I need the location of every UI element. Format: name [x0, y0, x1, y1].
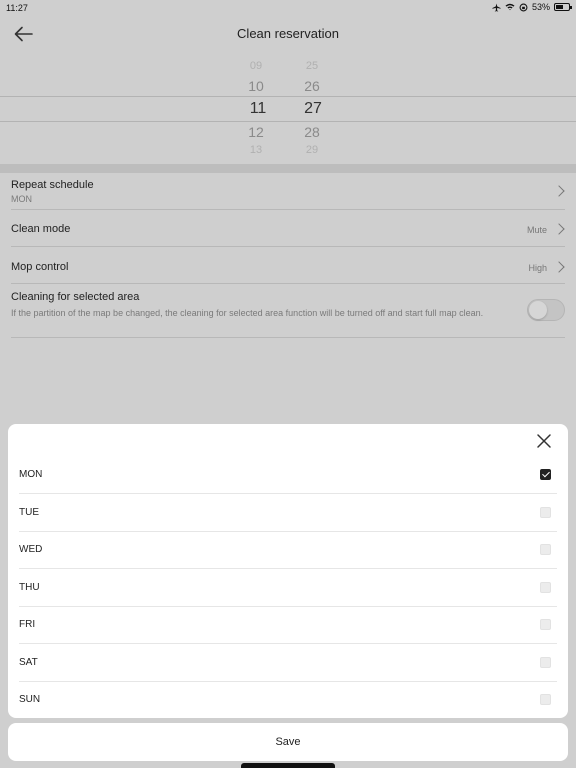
clean-mode-label: Clean mode [11, 223, 71, 235]
clean-mode-value: Mute [526, 225, 547, 235]
day-checkbox[interactable] [540, 694, 551, 705]
day-checkbox[interactable] [540, 656, 551, 668]
picker-divider-bottom [0, 121, 576, 122]
battery-percent: 53% [531, 2, 550, 12]
chevron-right-icon [553, 261, 565, 273]
selected-area-description: If the partition of the map be changed, … [11, 308, 484, 318]
wifi-icon [505, 3, 515, 11]
day-checkbox[interactable] [540, 506, 551, 518]
day-checkbox[interactable] [540, 619, 551, 630]
toggle-knob [529, 301, 547, 319]
home-indicator [241, 763, 335, 768]
minute-option: 25 [305, 60, 319, 70]
mop-control-label: Mop control [11, 261, 69, 273]
selected-area-toggle[interactable] [527, 299, 565, 321]
day-label: MON [19, 469, 43, 480]
hour-option: 10 [248, 78, 264, 94]
repeat-schedule-value: MON [11, 194, 32, 204]
repeat-schedule-row[interactable]: Repeat schedule MON [11, 173, 565, 210]
selected-area-row: Cleaning for selected area If the partit… [11, 284, 565, 338]
day-option-wed[interactable]: WED [19, 531, 557, 569]
day-label: THU [19, 581, 40, 593]
day-label: WED [19, 544, 43, 555]
day-option-sun[interactable]: SUN [19, 681, 557, 719]
time-picker[interactable]: 09 10 11 12 13 25 26 27 28 29 [0, 60, 576, 160]
minute-selected: 27 [304, 100, 322, 117]
rotation-lock-icon [519, 3, 528, 11]
day-option-tue[interactable]: TUE [19, 494, 557, 532]
close-icon[interactable] [536, 433, 552, 449]
hour-selected: 11 [249, 100, 267, 117]
mop-control-value: High [528, 263, 547, 273]
minute-option: 26 [304, 78, 320, 94]
picker-divider-top [0, 96, 576, 97]
status-bar: 11:27 53% [0, 0, 576, 16]
clean-mode-row[interactable]: Clean mode Mute [11, 210, 565, 247]
chevron-right-icon [553, 223, 565, 235]
day-checkbox[interactable] [540, 544, 551, 555]
selected-area-label: Cleaning for selected area [11, 291, 140, 303]
hour-option: 09 [249, 60, 263, 70]
status-time: 11:27 [6, 3, 28, 13]
save-button[interactable]: Save [8, 723, 568, 761]
section-divider [0, 164, 576, 173]
chevron-right-icon [553, 185, 565, 197]
day-label: SUN [19, 694, 41, 705]
day-label: TUE [19, 506, 39, 518]
day-option-fri[interactable]: FRI [19, 606, 557, 644]
minute-option: 28 [304, 124, 320, 140]
day-checkbox[interactable] [540, 581, 551, 593]
battery-icon [554, 3, 572, 11]
day-label: SAT [19, 656, 38, 668]
day-option-thu[interactable]: THU [19, 569, 557, 607]
airplane-icon [492, 2, 501, 12]
repeat-schedule-label: Repeat schedule [11, 179, 94, 191]
header: Clean reservation [0, 16, 576, 54]
day-option-sat[interactable]: SAT [19, 644, 557, 682]
page-title: Clean reservation [237, 26, 339, 41]
day-checkbox[interactable] [540, 469, 551, 480]
day-label: FRI [19, 619, 36, 630]
hour-option: 13 [249, 144, 263, 154]
day-select-sheet: MON TUE WED THU FRI SAT SUN [8, 424, 568, 718]
mop-control-row[interactable]: Mop control High [11, 247, 565, 284]
status-icons: 53% [492, 2, 572, 12]
minute-option: 29 [305, 144, 319, 154]
day-option-mon[interactable]: MON [19, 456, 557, 494]
hour-option: 12 [248, 124, 264, 140]
day-list: MON TUE WED THU FRI SAT SUN [8, 456, 568, 718]
